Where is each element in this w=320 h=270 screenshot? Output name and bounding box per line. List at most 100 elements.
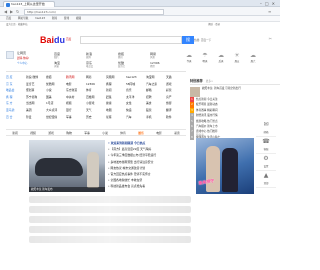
- site-link[interactable]: 新闻: [106, 88, 126, 95]
- user-name[interactable]: 让网页: [17, 51, 26, 55]
- site-link[interactable]: 旅游: [166, 101, 186, 108]
- site-link[interactable]: 天猫: [166, 75, 186, 82]
- site-link[interactable]: 凤凰网: [106, 75, 126, 82]
- tab-category[interactable]: 彩票: [168, 130, 186, 135]
- site-link[interactable]: 当当网: [26, 101, 46, 108]
- site-link[interactable]: 百 合: [6, 115, 26, 122]
- screenshot-icon[interactable]: ✂: [269, 36, 272, 41]
- site-link[interactable]: 珍爱: [26, 115, 46, 122]
- site-link[interactable]: 大众点评: [46, 108, 66, 115]
- site-link[interactable]: 汽车: [126, 115, 146, 122]
- quick-link[interactable]: 网易 凤凰: [150, 52, 182, 61]
- tab-category[interactable]: 新闻: [6, 130, 24, 135]
- site-link[interactable]: 健康: [106, 101, 126, 108]
- site-link[interactable]: 聚划算: [26, 88, 46, 95]
- quick-link[interactable]: 12306 携程: [150, 61, 182, 70]
- site-link[interactable]: 百 度: [6, 75, 26, 82]
- tab-category[interactable]: 购物: [60, 130, 78, 135]
- site-link[interactable]: 翻译: [166, 108, 186, 115]
- site-link[interactable]: 1号店: [46, 101, 66, 108]
- tab-category[interactable]: 娱乐: [132, 130, 150, 135]
- site-link[interactable]: 银行: [66, 108, 86, 115]
- tab-category[interactable]: 电影: [150, 130, 168, 135]
- hot-search-text[interactable]: 热搜: 百度一下: [194, 38, 211, 42]
- site-link[interactable]: 邮箱: [146, 88, 166, 95]
- site-link[interactable]: 12306: [86, 82, 106, 89]
- site-link[interactable]: 历史: [86, 115, 106, 122]
- weather-widget[interactable]: ☁ 今天 ☂ 明天 ☁ 后天 ☀ 周五 ☁ 周六: [182, 52, 274, 70]
- site-link[interactable]: 国美: [46, 95, 66, 102]
- bookmark-item[interactable]: 新闻: [52, 17, 57, 20]
- news-photo[interactable]: 欧阳丰龙 新车发布: [29, 140, 105, 192]
- right-tool-button[interactable]: ▲ 顶部: [256, 171, 276, 188]
- site-link[interactable]: 京 东: [6, 82, 26, 89]
- bookmark-item[interactable]: hao123: [35, 17, 45, 20]
- site-link[interactable]: 股票: [146, 108, 166, 115]
- site-link[interactable]: 爱奇艺: [26, 82, 46, 89]
- quick-link[interactable]: 京东 唯品会: [86, 61, 118, 70]
- search-input[interactable]: [80, 36, 182, 44]
- site-link[interactable]: 搜狐: [46, 75, 66, 82]
- ad-banner[interactable]: 最美相守: [196, 138, 254, 194]
- tab-category[interactable]: 体育: [114, 130, 132, 135]
- site-link[interactable]: 快递: [126, 108, 146, 115]
- site-link[interactable]: 东方财富: [66, 88, 86, 95]
- site-link[interactable]: 天气: [86, 108, 106, 115]
- set-homepage-link[interactable]: 设为主页 · 收藏本站: [6, 22, 27, 27]
- site-link[interactable]: 小说: [46, 88, 66, 95]
- quick-link[interactable]: 新浪 微博: [86, 52, 118, 61]
- back-icon[interactable]: ◀: [4, 9, 7, 14]
- bookmark-item[interactable]: 视频: [76, 17, 81, 20]
- right-tool-button[interactable]: ☎ 客服: [256, 137, 276, 154]
- site-link[interactable]: 体育: [86, 88, 106, 95]
- site-link[interactable]: 淘宝网: [146, 75, 166, 82]
- site-link[interactable]: 新浪·微博: [26, 75, 46, 82]
- tab-category[interactable]: 视频: [24, 130, 42, 135]
- right-tool-button[interactable]: ⚙ 设置: [256, 154, 276, 171]
- baidu-logo[interactable]: Baidu: [40, 35, 65, 45]
- user-center-link[interactable]: 个人中心: [17, 61, 27, 65]
- site-link[interactable]: 房产: [166, 95, 186, 102]
- site-link[interactable]: 携 程: [6, 95, 26, 102]
- site-link[interactable]: 小游戏: [86, 101, 106, 108]
- site-link[interactable]: 亚马逊: [6, 108, 26, 115]
- avatar[interactable]: [6, 51, 14, 59]
- login-link[interactable]: 换肤 · 登录: [208, 22, 220, 27]
- site-link[interactable]: 汽车之家: [146, 82, 166, 89]
- quick-link[interactable]: 优酷 爱奇艺: [118, 61, 150, 70]
- site-link[interactable]: 彩票: [166, 88, 186, 95]
- news-item[interactable]: • 科技新品发布会 亮点抢先看: [108, 183, 190, 189]
- site-link[interactable]: 军事: [66, 115, 86, 122]
- right-tool-button[interactable]: ✉ 邮箱: [256, 120, 276, 137]
- site-link[interactable]: 苏宁易购: [26, 95, 46, 102]
- site-link[interactable]: 女性: [126, 101, 146, 108]
- site-link[interactable]: 招聘: [146, 95, 166, 102]
- site-link[interactable]: 网易: [86, 75, 106, 82]
- bookmark-item[interactable]: 游戏: [64, 17, 69, 20]
- quick-link[interactable]: 搜狐 腾讯: [118, 52, 150, 61]
- site-link[interactable]: 音乐: [126, 88, 146, 95]
- site-link[interactable]: 携程: [106, 82, 126, 89]
- site-link[interactable]: hao123: [126, 75, 146, 82]
- site-link[interactable]: 太平洋: [126, 95, 146, 102]
- site-link[interactable]: 唯品会: [6, 88, 26, 95]
- site-link[interactable]: 赶集: [106, 95, 126, 102]
- site-link[interactable]: 软件: [166, 115, 186, 122]
- url-input[interactable]: http://hao123.com/: [24, 8, 164, 15]
- site-link[interactable]: 优酷网: [46, 82, 66, 89]
- site-link[interactable]: 星座: [106, 115, 126, 122]
- bookmark-item[interactable]: 网址导航: [18, 17, 28, 20]
- menu-icon[interactable]: ≡: [268, 9, 271, 14]
- site-link[interactable]: 游戏: [166, 82, 186, 89]
- site-link[interactable]: 百姓网: [86, 95, 106, 102]
- site-link[interactable]: 美食: [146, 101, 166, 108]
- site-link[interactable]: 手机: [146, 115, 166, 122]
- site-link[interactable]: 世纪佳缘: [46, 115, 66, 122]
- window-controls[interactable]: –□✕: [260, 1, 278, 6]
- site-link[interactable]: 视频: [66, 101, 86, 108]
- site-link[interactable]: 腾讯网: [66, 75, 86, 82]
- forward-icon[interactable]: ▶: [10, 9, 13, 14]
- site-link[interactable]: 地图: [106, 108, 126, 115]
- site-link[interactable]: 电影: [66, 82, 86, 89]
- site-link[interactable]: 美团: [26, 108, 46, 115]
